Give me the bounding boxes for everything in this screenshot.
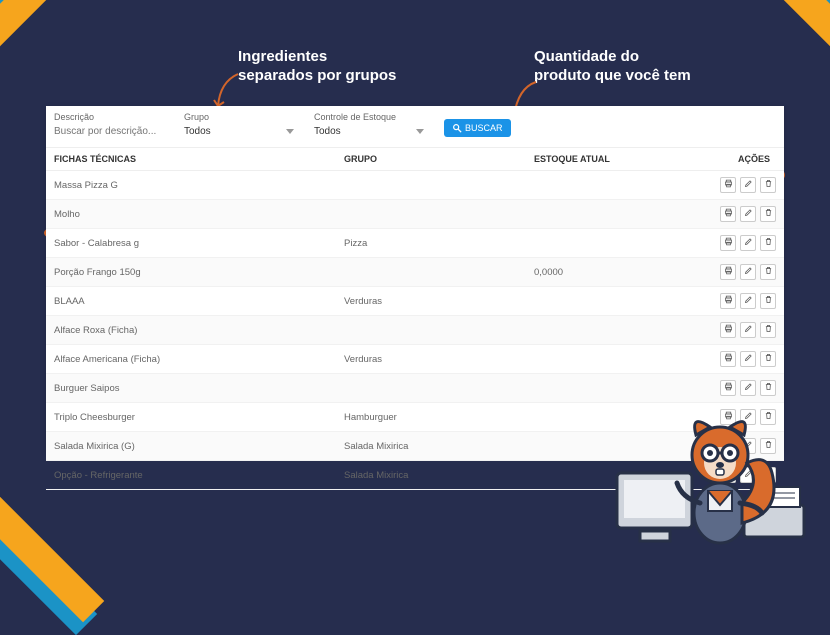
table-row: Sabor - Calabresa gPizza [46,229,784,258]
table-row: Molho [46,200,784,229]
print-icon [724,266,733,278]
filter-group-label: Grupo [184,112,294,122]
delete-button[interactable] [760,206,776,222]
edit-button[interactable] [740,177,756,193]
print-icon [724,179,733,191]
search-button-label: BUSCAR [465,123,503,133]
search-button[interactable]: BUSCAR [444,119,511,137]
print-icon [724,208,733,220]
print-button[interactable] [720,206,736,222]
stripe-decor [0,0,87,72]
table-row: Massa Pizza G [46,171,784,200]
annotation-groups: Ingredientes separados por grupos [238,48,396,86]
edit-button[interactable] [740,322,756,338]
filter-stock-label: Controle de Estoque [314,112,424,122]
trash-icon [764,353,773,365]
delete-button[interactable] [760,322,776,338]
cell-description: Molho [54,209,344,220]
print-button[interactable] [720,351,736,367]
cell-description: Triplo Cheesburger [54,412,344,423]
cell-description: Porção Frango 150g [54,267,344,278]
chevron-down-icon [416,129,424,134]
cell-description: Opção - Refrigerante [54,470,344,481]
cell-description: Sabor - Calabresa g [54,238,344,249]
filter-stock-control[interactable]: Controle de Estoque Todos [314,112,424,137]
trash-icon [764,237,773,249]
cell-group: Pizza [344,238,534,249]
filter-group-value: Todos [184,126,211,137]
cell-description: Alface Americana (Ficha) [54,354,344,365]
stripe-decor [743,0,830,72]
cell-group: Salada Mixirica [344,470,534,481]
search-icon [452,123,462,133]
print-icon [724,324,733,336]
cell-description: Salada Mixirica (G) [54,441,344,452]
filter-description-input[interactable] [54,126,164,137]
pencil-icon [744,295,753,307]
edit-button[interactable] [740,351,756,367]
mascot-illustration [612,383,822,553]
table-header: FICHAS TÉCNICAS GRUPO ESTOQUE ATUAL AÇÕE… [46,147,784,171]
pencil-icon [744,208,753,220]
pencil-icon [744,179,753,191]
table-row: Alface Roxa (Ficha) [46,316,784,345]
filter-group[interactable]: Grupo Todos [184,112,294,137]
table-row: BLAAAVerduras [46,287,784,316]
edit-button[interactable] [740,264,756,280]
col-group: GRUPO [344,154,534,164]
delete-button[interactable] [760,293,776,309]
cell-group: Verduras [344,296,534,307]
print-icon [724,237,733,249]
annotation-quantity: Quantidade do produto que você tem [534,48,691,86]
pencil-icon [744,266,753,278]
edit-button[interactable] [740,293,756,309]
filter-bar: Descrição Grupo Todos Controle de Estoqu… [46,106,784,147]
cell-group: Hamburguer [344,412,534,423]
print-icon [724,295,733,307]
col-description: FICHAS TÉCNICAS [54,154,344,164]
cell-stock: 0,0000 [534,267,684,278]
filter-description-label: Descrição [54,112,164,122]
trash-icon [764,324,773,336]
delete-button[interactable] [760,235,776,251]
chevron-down-icon [286,129,294,134]
delete-button[interactable] [760,264,776,280]
pencil-icon [744,353,753,365]
pencil-icon [744,237,753,249]
trash-icon [764,266,773,278]
print-icon [724,353,733,365]
col-stock: ESTOQUE ATUAL [534,154,684,164]
trash-icon [764,208,773,220]
table-row: Alface Americana (Ficha)Verduras [46,345,784,374]
col-actions: AÇÕES [684,154,776,164]
print-button[interactable] [720,322,736,338]
print-button[interactable] [720,264,736,280]
trash-icon [764,295,773,307]
filter-stock-value: Todos [314,126,341,137]
edit-button[interactable] [740,235,756,251]
cell-description: Massa Pizza G [54,180,344,191]
print-button[interactable] [720,293,736,309]
delete-button[interactable] [760,177,776,193]
print-button[interactable] [720,177,736,193]
cell-description: Alface Roxa (Ficha) [54,325,344,336]
table-row: Porção Frango 150g 0,0000 [46,258,784,287]
cell-group: Salada Mixirica [344,441,534,452]
trash-icon [764,179,773,191]
cell-description: BLAAA [54,296,344,307]
print-button[interactable] [720,235,736,251]
delete-button[interactable] [760,351,776,367]
cell-group: Verduras [344,354,534,365]
edit-button[interactable] [740,206,756,222]
filter-description: Descrição [54,112,164,137]
pencil-icon [744,324,753,336]
cell-description: Burguer Saipos [54,383,344,394]
